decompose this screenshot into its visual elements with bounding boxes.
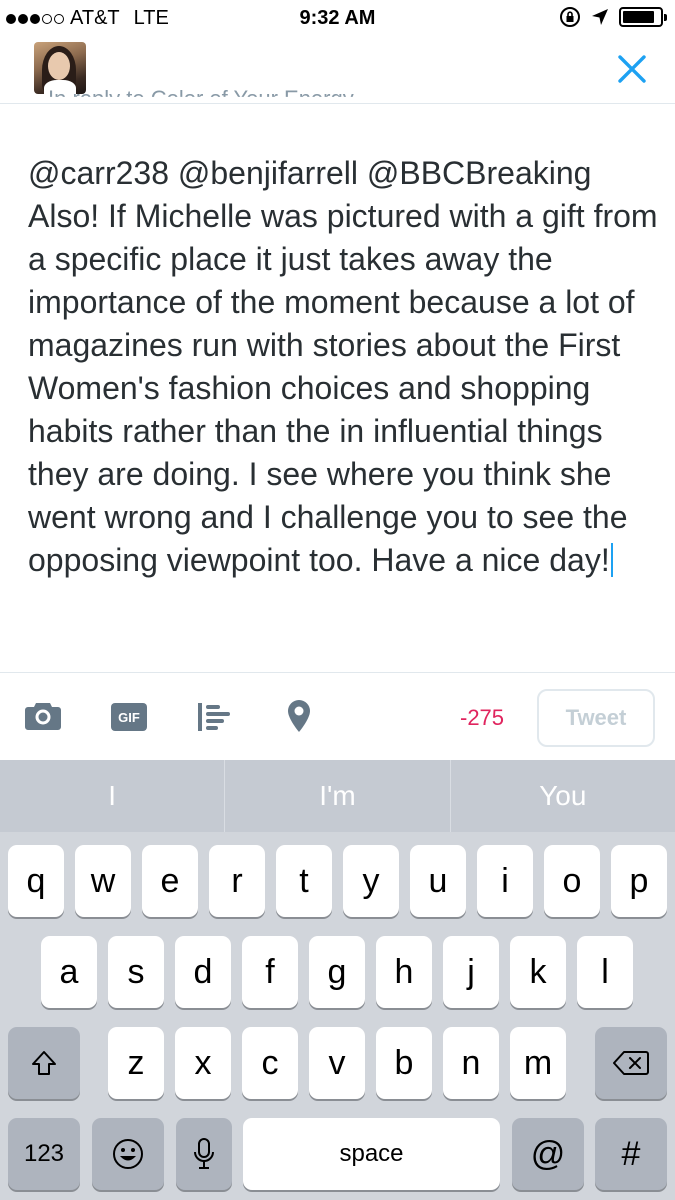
key-e[interactable]: e	[142, 845, 198, 917]
compose-toolbar: GIF -275 Tweet	[0, 672, 675, 760]
tweet-button[interactable]: Tweet	[537, 689, 655, 747]
key-j[interactable]: j	[443, 936, 499, 1008]
emoji-icon	[113, 1139, 143, 1169]
predictive-bar: I I'm You	[0, 760, 675, 832]
key-z[interactable]: z	[108, 1027, 164, 1099]
key-b[interactable]: b	[376, 1027, 432, 1099]
suggestion-3[interactable]: You	[451, 760, 675, 832]
camera-icon[interactable]	[24, 699, 62, 733]
key-u[interactable]: u	[410, 845, 466, 917]
battery-level	[623, 11, 654, 23]
shift-icon	[32, 1051, 56, 1075]
key-d[interactable]: d	[175, 936, 231, 1008]
gif-label: GIF	[118, 709, 140, 725]
key-f[interactable]: f	[242, 936, 298, 1008]
gif-icon[interactable]: GIF	[111, 703, 147, 731]
shift-key[interactable]	[8, 1027, 80, 1099]
space-key[interactable]: space	[243, 1118, 500, 1190]
key-a[interactable]: a	[41, 936, 97, 1008]
dictation-key[interactable]	[176, 1118, 232, 1190]
emoji-key[interactable]	[92, 1118, 164, 1190]
key-s[interactable]: s	[108, 936, 164, 1008]
key-i[interactable]: i	[477, 845, 533, 917]
key-w[interactable]: w	[75, 845, 131, 917]
key-l[interactable]: l	[577, 936, 633, 1008]
orientation-lock-icon	[560, 7, 580, 27]
key-q[interactable]: q	[8, 845, 64, 917]
battery-icon	[619, 7, 667, 27]
location-arrow-icon	[592, 9, 608, 25]
hash-key[interactable]: #	[595, 1118, 667, 1190]
suggestion-2[interactable]: I'm	[225, 760, 451, 832]
key-c[interactable]: c	[242, 1027, 298, 1099]
status-bar: AT&T LTE 9:32 AM	[0, 0, 675, 36]
location-pin-icon[interactable]	[287, 699, 311, 733]
key-v[interactable]: v	[309, 1027, 365, 1099]
key-n[interactable]: n	[443, 1027, 499, 1099]
tweet-text-area[interactable]: @carr238 @benjifarrell @BBCBreaking Also…	[28, 152, 658, 582]
microphone-icon	[194, 1138, 214, 1169]
delete-key[interactable]	[595, 1027, 667, 1099]
suggestion-1[interactable]: I	[0, 760, 226, 832]
close-icon[interactable]	[615, 52, 649, 86]
text-cursor	[610, 543, 613, 577]
key-o[interactable]: o	[544, 845, 600, 917]
key-h[interactable]: h	[376, 936, 432, 1008]
key-x[interactable]: x	[175, 1027, 231, 1099]
key-k[interactable]: k	[510, 936, 566, 1008]
keyboard: I I'm You q w e r t y u i o p a s d f g …	[0, 760, 675, 1200]
tweet-text: @carr238 @benjifarrell @BBCBreaking Also…	[28, 155, 658, 578]
numbers-key[interactable]: 123	[8, 1118, 80, 1190]
compose-tweet-screen: AT&T LTE 9:32 AM In re pl y to Color of Yo…	[0, 0, 675, 1200]
key-t[interactable]: t	[276, 845, 332, 917]
key-m[interactable]: m	[510, 1027, 566, 1099]
key-p[interactable]: p	[611, 845, 667, 917]
key-y[interactable]: y	[343, 845, 399, 917]
key-g[interactable]: g	[309, 936, 365, 1008]
at-key[interactable]: @	[512, 1118, 584, 1190]
poll-icon[interactable]	[198, 703, 232, 731]
key-r[interactable]: r	[209, 845, 265, 917]
backspace-icon	[613, 1051, 649, 1075]
character-count: -275	[460, 705, 505, 730]
